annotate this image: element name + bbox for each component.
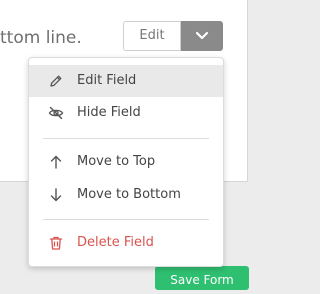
menu-item-edit-field[interactable]: Edit Field <box>29 65 223 97</box>
chevron-down-icon <box>195 31 209 40</box>
menu-item-label: Move to Top <box>77 154 156 169</box>
menu-item-label: Hide Field <box>77 105 141 120</box>
save-form-button[interactable]: Save Form <box>155 266 249 290</box>
trash-icon <box>49 236 63 250</box>
menu-item-move-to-bottom[interactable]: Move to Bottom <box>29 179 223 211</box>
menu-item-delete-field[interactable]: Delete Field <box>29 227 223 259</box>
menu-divider <box>43 138 209 139</box>
menu-item-move-to-top[interactable]: Move to Top <box>29 146 223 178</box>
menu-item-label: Move to Bottom <box>77 187 181 202</box>
edit-button[interactable]: Edit <box>123 21 181 51</box>
arrow-up-icon <box>50 155 62 169</box>
menu-item-hide-field[interactable]: Hide Field <box>29 97 223 129</box>
menu-divider <box>43 219 209 220</box>
dropdown-toggle-button[interactable] <box>181 21 223 51</box>
menu-item-label: Delete Field <box>77 235 154 250</box>
eye-slash-icon <box>48 106 64 120</box>
field-options-menu: Edit Field Hide Field Move to Top Move t… <box>28 57 224 267</box>
menu-item-label: Edit Field <box>77 73 137 88</box>
field-text: ttom line. <box>0 28 82 48</box>
pencil-icon <box>50 75 62 87</box>
arrow-down-icon <box>50 188 62 202</box>
